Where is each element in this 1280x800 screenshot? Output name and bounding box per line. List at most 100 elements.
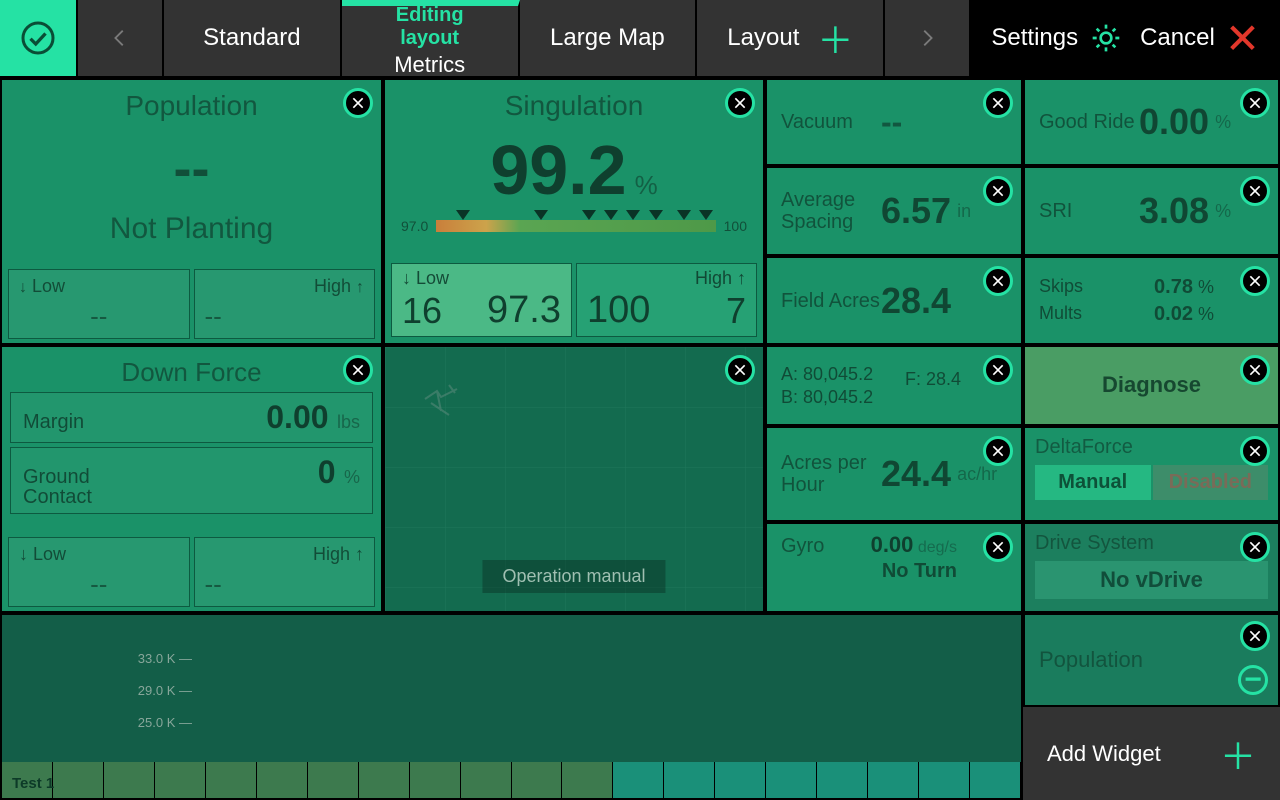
population-high[interactable]: High ↑ -- [194,269,376,339]
widget-downforce[interactable]: Down Force Margin0.00 lbs Ground Contact… [0,345,383,613]
widget-close-button[interactable] [1240,176,1270,206]
population-low[interactable]: ↓ Low -- [8,269,190,339]
arrow-down-icon: ↓ [19,544,28,564]
plus-icon: ＋ [1220,728,1256,780]
widget-close-button[interactable] [983,436,1013,466]
widget-title: Down Force [2,347,381,388]
operation-manual-button[interactable]: Operation manual [482,560,665,593]
close-icon [990,95,1006,111]
widget-acres-per-hour[interactable]: Acres per Hour 24.4ac/hr [765,426,1023,522]
widget-close-button[interactable] [1240,621,1270,651]
singulation-bar: 97.0 100 [385,218,763,234]
singulation-low[interactable]: ↓ Low 16 97.3 [391,263,572,337]
chart-label: Test 1 [12,775,54,792]
widget-skips-mults[interactable]: Skips0.78 % Mults0.02 % [1023,256,1280,345]
gear-icon [1090,22,1122,54]
widget-gyro[interactable]: Gyro0.00 deg/s No Turn [765,522,1023,613]
plus-icon: ＋ [817,12,853,64]
widget-sri[interactable]: SRI 3.08% [1023,166,1280,256]
tab-metrics[interactable]: Editing layout Metrics [342,0,520,76]
tab-label: Standard [203,24,300,52]
tab-label-top: Editing layout [372,4,488,50]
widget-population-chart[interactable]: 33.0 K 29.0 K 25.0 K Test 1 [0,613,1023,800]
widget-close-button[interactable] [983,176,1013,206]
widget-vacuum[interactable]: Vacuum -- [765,78,1023,166]
widget-close-button[interactable] [983,532,1013,562]
tab-layout[interactable]: Layout ＋ [697,0,885,76]
close-icon [1247,183,1263,199]
settings-button[interactable]: Settings [991,22,1122,54]
widget-population[interactable]: Population -- Not Planting ↓ Low -- High… [0,78,383,345]
tab-label-bottom: Metrics [394,52,465,78]
close-icon [1247,628,1263,644]
prev-button[interactable] [78,0,164,76]
widget-close-button[interactable] [983,266,1013,296]
widget-deltaforce[interactable]: DeltaForce Manual Disabled [1023,426,1280,522]
close-icon [1247,362,1263,378]
chart-bars [2,762,1021,798]
tab-standard[interactable]: Standard [164,0,342,76]
close-icon [1247,443,1263,459]
close-icon [350,362,366,378]
singulation-lowhigh: ↓ Low 16 97.3 High ↑ 100 7 [391,263,757,337]
arrow-down-icon: ↓ [19,279,27,296]
tractor-icon [417,381,467,421]
downforce-low[interactable]: ↓ Low -- [8,537,190,607]
downforce-lowhigh: ↓ Low -- High ↑ -- [8,537,375,607]
widget-close-button[interactable] [725,88,755,118]
close-icon [1247,273,1263,289]
cancel-button[interactable]: Cancel ✕ [1140,14,1260,63]
widget-close-button[interactable] [725,355,755,385]
widget-ab-line[interactable]: A: 80,045.2 B: 80,045.2 F: 28.4 [765,345,1023,426]
close-icon [732,362,748,378]
widget-close-button[interactable] [1240,266,1270,296]
widget-close-button[interactable] [1240,532,1270,562]
close-icon [1247,95,1263,111]
widget-close-button[interactable] [983,355,1013,385]
confirm-button[interactable] [0,0,78,76]
next-button[interactable] [885,0,971,76]
widget-close-button[interactable] [1240,436,1270,466]
arrow-down-icon: ↓ [402,268,411,288]
close-icon [990,183,1006,199]
widget-close-button[interactable] [1240,355,1270,385]
widget-close-button[interactable] [343,355,373,385]
widget-avg-spacing[interactable]: Average Spacing 6.57in [765,166,1023,256]
widget-map[interactable]: Operation manual [383,345,765,613]
close-icon: ✕ [1225,14,1260,63]
dashboard-grid: Population -- Not Planting ↓ Low -- High… [0,78,1280,800]
deltaforce-manual-button[interactable]: Manual [1035,465,1151,500]
downforce-high[interactable]: High ↑ -- [194,537,376,607]
widget-good-ride[interactable]: Good Ride 0.00% [1023,78,1280,166]
settings-label: Settings [991,24,1078,52]
widget-diagnose[interactable]: Diagnose [1023,345,1280,426]
population-value: -- [2,138,381,200]
widget-field-acres[interactable]: Field Acres 28.4 [765,256,1023,345]
deltaforce-disabled-button[interactable]: Disabled [1153,465,1269,500]
widget-singulation[interactable]: Singulation 99.2% 97.0 100 ↓ Low 16 97.3… [383,78,765,345]
close-icon [1247,539,1263,555]
chevron-right-icon [916,22,938,54]
widget-drive-system[interactable]: Drive System No vDrive [1023,522,1280,613]
singulation-high[interactable]: High ↑ 100 7 [576,263,757,337]
population-lowhigh: ↓ Low -- High ↑ -- [8,269,375,339]
add-widget-button[interactable]: Add Widget ＋ [1023,707,1280,800]
chevron-left-icon [109,22,131,54]
close-icon [990,443,1006,459]
tab-label: Large Map [550,24,665,52]
widget-population-mini[interactable]: Population − [1023,613,1280,707]
drive-system-button[interactable]: No vDrive [1035,561,1268,599]
minus-icon[interactable]: − [1238,665,1268,695]
close-icon [990,273,1006,289]
cancel-label: Cancel [1140,24,1215,52]
widget-close-button[interactable] [343,88,373,118]
topbar: Standard Editing layout Metrics Large Ma… [0,0,1280,78]
population-status: Not Planting [2,212,381,246]
close-icon [732,95,748,111]
widget-close-button[interactable] [1240,88,1270,118]
close-icon [990,362,1006,378]
tab-large-map[interactable]: Large Map [520,0,698,76]
widget-close-button[interactable] [983,88,1013,118]
arrow-up-icon: ↑ [355,544,364,564]
arrow-up-icon: ↑ [737,268,746,288]
